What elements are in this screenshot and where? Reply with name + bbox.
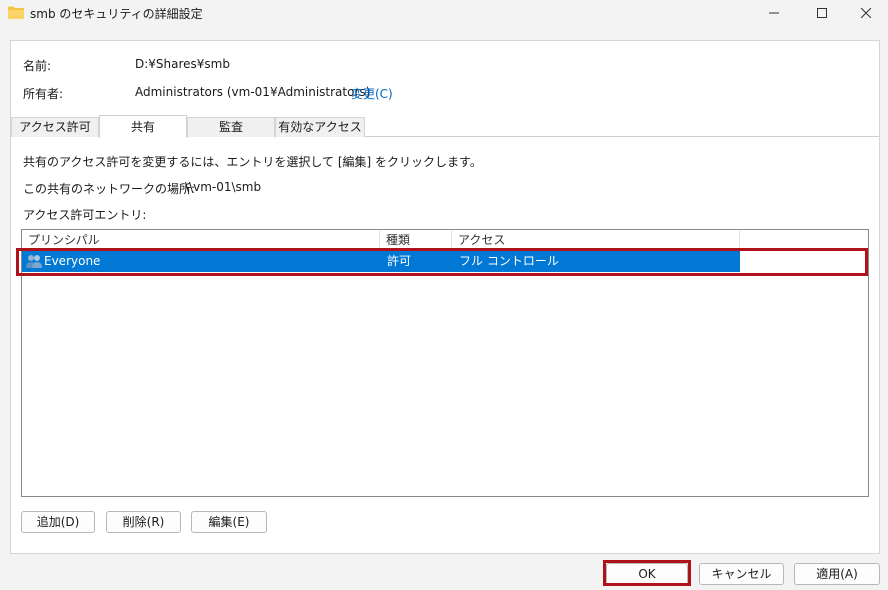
permission-entries-list[interactable]: プリンシパル 種類 アクセス Everyone 許可 フル コントロール <box>21 229 869 497</box>
apply-button[interactable]: 適用(A) <box>794 563 880 585</box>
row-access: フル コントロール <box>459 254 559 268</box>
column-access[interactable]: アクセス <box>452 230 740 250</box>
share-instructions: 共有のアクセス許可を変更するには、エントリを選択して [編集] をクリックします… <box>23 155 482 169</box>
security-panel: 名前: D:¥Shares¥smb 所有者: Administrators (v… <box>10 40 880 554</box>
table-row[interactable]: Everyone 許可 フル コントロール <box>22 251 740 272</box>
close-button[interactable] <box>844 0 888 26</box>
network-location-label: この共有のネットワークの場所: <box>23 182 196 196</box>
column-type[interactable]: 種類 <box>380 230 452 250</box>
change-owner-link[interactable]: 変更(C) <box>351 85 393 102</box>
tab-effective-access[interactable]: 有効なアクセス <box>275 117 365 137</box>
column-principal[interactable]: プリンシパル <box>22 230 380 250</box>
row-type: 許可 <box>387 254 412 268</box>
remove-button[interactable]: 削除(R) <box>106 511 181 533</box>
tab-auditing[interactable]: 監査 <box>187 117 275 137</box>
permission-entries-label: アクセス許可エントリ: <box>23 208 147 222</box>
add-button[interactable]: 追加(D) <box>21 511 95 533</box>
row-principal: Everyone <box>44 254 101 268</box>
maximize-icon <box>817 8 827 18</box>
tab-strip: アクセス許可 共有 監査 有効なアクセス <box>11 115 879 138</box>
name-value: D:¥Shares¥smb <box>135 57 230 71</box>
folder-icon <box>8 6 24 19</box>
minimize-icon <box>769 12 779 14</box>
tab-share[interactable]: 共有 <box>99 115 187 138</box>
name-label: 名前: <box>23 59 52 73</box>
window-title: smb のセキュリティの詳細設定 <box>30 7 203 21</box>
close-icon <box>861 8 871 18</box>
minimize-button[interactable] <box>752 0 796 26</box>
cancel-button[interactable]: キャンセル <box>699 563 784 585</box>
edit-button[interactable]: 編集(E) <box>191 511 267 533</box>
list-header: プリンシパル 種類 アクセス <box>22 230 868 250</box>
title-bar: smb のセキュリティの詳細設定 <box>0 0 888 26</box>
users-icon <box>26 255 42 268</box>
maximize-button[interactable] <box>800 0 844 26</box>
tab-permissions[interactable]: アクセス許可 <box>11 117 99 137</box>
owner-label: 所有者: <box>23 87 64 101</box>
ok-button[interactable]: OK <box>606 563 688 585</box>
network-location-value: \\vm-01\smb <box>185 180 262 194</box>
owner-value: Administrators (vm-01¥Administrators) <box>135 85 371 99</box>
